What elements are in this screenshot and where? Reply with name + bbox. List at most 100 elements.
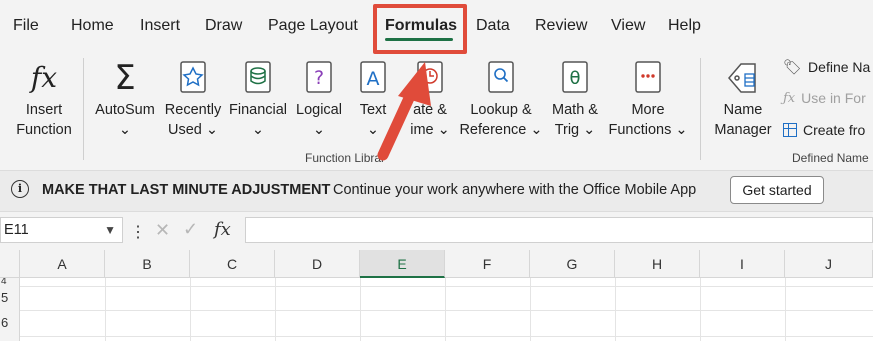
date-time-button[interactable]: ate & ime ⌄: [404, 56, 456, 140]
column-header-g[interactable]: G: [530, 250, 615, 278]
insert-function-icon[interactable]: fx: [214, 219, 231, 240]
column-gridline: [190, 278, 191, 341]
column-header-h[interactable]: H: [615, 250, 700, 278]
math-label: Math &: [552, 102, 598, 118]
create-from-label: Create fro: [803, 122, 866, 138]
financial-label: Financial: [228, 102, 288, 118]
enter-icon[interactable]: ✓: [183, 219, 198, 240]
create-from-selection-button[interactable]: Create fro: [783, 122, 865, 138]
label-tag-icon: 🏷: [783, 59, 803, 76]
column-header-b[interactable]: B: [105, 250, 190, 278]
more-functions-button[interactable]: More Functions ⌄: [606, 56, 690, 140]
chevron-down-icon[interactable]: ▼: [104, 218, 116, 242]
recently-used-label-2: Used ⌄: [167, 122, 219, 138]
get-started-button[interactable]: Get started: [730, 176, 824, 204]
name-box[interactable]: E11 ▼: [0, 217, 123, 243]
text-book-icon: A: [351, 56, 395, 100]
autosum-button[interactable]: Σ AutoSum ⌄: [90, 56, 160, 140]
grid-icon: [783, 123, 797, 137]
insert-function-label: Insert: [25, 102, 63, 118]
row-header-6[interactable]: 6: [0, 310, 20, 341]
date-time-label: ate &: [413, 102, 447, 118]
logical-button[interactable]: ? Logical ⌄: [292, 56, 346, 140]
name-manager-label-2: Manager: [714, 122, 772, 138]
math-label-2: Trig ⌄: [554, 122, 596, 138]
magnifier-book-icon: [459, 56, 543, 100]
text-dropdown: ⌄: [366, 122, 380, 138]
use-in-formula-label: Use in For: [801, 90, 866, 106]
recently-used-button[interactable]: Recently Used ⌄: [160, 56, 226, 140]
column-header-e[interactable]: E: [360, 250, 445, 278]
column-gridline: [360, 278, 361, 341]
use-in-formula-button[interactable]: ƒx Use in For: [783, 90, 866, 106]
question-book-icon: ?: [292, 56, 346, 100]
tab-draw[interactable]: Draw: [205, 17, 242, 35]
formulas-ribbon: fx Insert Function Σ AutoSum ⌄ Recently …: [0, 48, 873, 170]
tab-insert[interactable]: Insert: [140, 17, 180, 35]
text-button[interactable]: A Text ⌄: [351, 56, 395, 140]
name-manager-label: Name: [723, 102, 763, 118]
logical-dropdown: ⌄: [312, 122, 326, 138]
lookup-reference-button[interactable]: Lookup & Reference ⌄: [459, 56, 543, 140]
row-header-5[interactable]: 5: [0, 286, 20, 310]
row-gridline: [20, 286, 873, 287]
tab-data[interactable]: Data: [476, 17, 510, 35]
dots-book-icon: [606, 56, 690, 100]
define-name-label: Define Na: [808, 59, 871, 75]
tab-file[interactable]: File: [13, 17, 39, 35]
column-header-d[interactable]: D: [275, 250, 360, 278]
logical-label: Logical: [296, 102, 342, 118]
tab-home[interactable]: Home: [71, 17, 114, 35]
clock-book-icon: [404, 56, 456, 100]
column-gridline: [700, 278, 701, 341]
tab-review[interactable]: Review: [535, 17, 587, 35]
column-gridline: [105, 278, 106, 341]
date-time-label-2: ime ⌄: [410, 122, 450, 138]
spreadsheet-grid: A B C D E F G H I J 4 5 6: [0, 250, 873, 341]
lookup-label-2: Reference ⌄: [459, 122, 543, 138]
info-bar-title: MAKE THAT LAST MINUTE ADJUSTMENT: [42, 182, 331, 198]
math-trig-button[interactable]: θ Math & Trig ⌄: [545, 56, 605, 140]
more-options-icon[interactable]: ⋮: [130, 222, 146, 242]
name-manager-button[interactable]: Name Manager: [710, 56, 776, 140]
column-gridline: [785, 278, 786, 341]
insert-function-button[interactable]: fx Insert Function: [8, 56, 80, 140]
column-gridline: [275, 278, 276, 341]
svg-text:?: ?: [314, 67, 324, 89]
financial-button[interactable]: Financial ⌄: [226, 56, 290, 140]
info-bar-message: Continue your work anywhere with the Off…: [333, 182, 697, 198]
svg-text:A: A: [367, 68, 380, 90]
row-header-4[interactable]: 4: [0, 278, 20, 286]
column-gridline: [445, 278, 446, 341]
more-label: More: [631, 102, 665, 118]
formula-input[interactable]: [245, 217, 873, 243]
tab-view[interactable]: View: [611, 17, 645, 35]
coins-book-icon: [226, 56, 290, 100]
define-name-button[interactable]: 🏷 Define Na: [783, 58, 870, 76]
tab-help[interactable]: Help: [668, 17, 701, 35]
cancel-icon[interactable]: ✕: [155, 220, 170, 241]
tab-page-layout[interactable]: Page Layout: [268, 17, 358, 35]
more-label-2: Functions ⌄: [608, 122, 688, 138]
ribbon-separator: [700, 58, 701, 160]
formulas-tab-highlight: [373, 4, 467, 54]
fx-small-icon: ƒx: [783, 90, 796, 106]
autosum-label: AutoSum: [95, 102, 155, 118]
column-header-i[interactable]: I: [700, 250, 785, 278]
info-message-bar: i MAKE THAT LAST MINUTE ADJUSTMENT Conti…: [0, 170, 873, 212]
row-gridline: [20, 310, 873, 311]
column-header-f[interactable]: F: [445, 250, 530, 278]
star-book-icon: [160, 56, 226, 100]
recently-used-label: Recently: [164, 102, 222, 118]
column-header-j[interactable]: J: [785, 250, 873, 278]
fx-icon: fx: [30, 61, 58, 94]
insert-function-label-2: Function: [16, 122, 72, 138]
sigma-icon: Σ: [114, 58, 136, 98]
lookup-label: Lookup &: [470, 102, 532, 118]
text-label: Text: [359, 102, 387, 118]
column-header-c[interactable]: C: [190, 250, 275, 278]
column-header-a[interactable]: A: [20, 250, 105, 278]
autosum-dropdown: ⌄: [118, 122, 132, 138]
select-all-corner[interactable]: [0, 250, 20, 278]
column-gridline: [615, 278, 616, 341]
